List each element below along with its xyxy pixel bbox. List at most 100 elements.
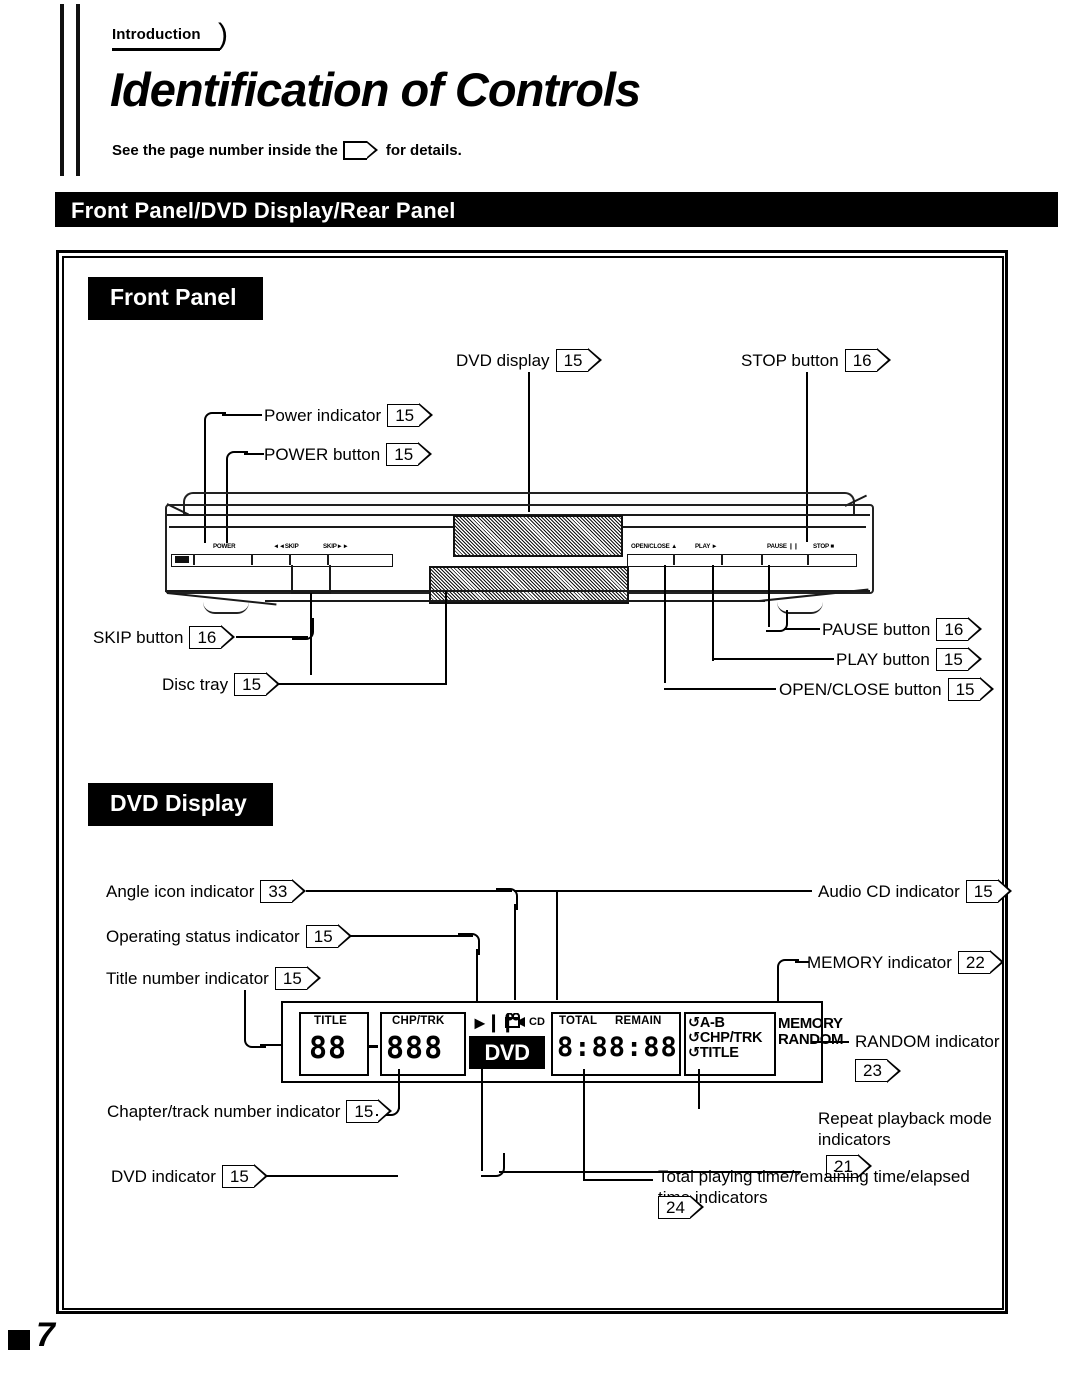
subsection-heading-dvd-display: DVD Display (88, 783, 273, 826)
device-label-skip-forward: SKIP►► (323, 543, 349, 550)
device-label-open-close: OPEN/CLOSE ▲ (631, 543, 678, 550)
leader-line (514, 904, 516, 1000)
title-digits: 88 (309, 1031, 348, 1066)
leader-line (258, 1175, 398, 1177)
page-title: Identification of Controls (110, 63, 641, 116)
callout-page-pill: 15 (234, 672, 281, 697)
callout-skip-button: SKIP button 16 (93, 625, 236, 650)
callout-dvd-display: DVD display 15 (456, 348, 602, 373)
memory-label: MEMORY (778, 1015, 843, 1032)
btn-divider (673, 554, 675, 565)
device-base-edge (265, 600, 765, 602)
device-label-pause: PAUSE ❙❙ (767, 543, 799, 550)
repeat-symbol-icon: ↺ (688, 1044, 700, 1061)
callout-stop-button: STOP button 16 (741, 348, 891, 373)
callout-title-number-indicator: Title number indicator 15 (106, 966, 321, 991)
callout-label: SKIP button (93, 627, 184, 647)
dvd-indicator-block: DVD (469, 1036, 545, 1069)
callout-label: Angle icon indicator (106, 881, 255, 901)
device-disc-tray (429, 566, 629, 604)
callout-label: MEMORY indicator (807, 952, 952, 972)
callout-page-pill: 24 (658, 1195, 704, 1220)
callout-operating-status-indicator: Operating status indicator 15 (106, 924, 352, 949)
callout-label: PAUSE button (822, 619, 931, 639)
callout-open-close-button: OPEN/CLOSE button 15 (779, 677, 994, 702)
leader-line (291, 565, 293, 593)
callout-page-pill: 16 (189, 625, 236, 650)
callout-label: Title number indicator (106, 968, 269, 988)
device-left-button-strip (171, 554, 393, 567)
dvd-display-illustration: TITLE 88 CHP/TRK 888 ► ❙❙ CD DVD TOTAL R… (281, 1001, 843, 1083)
callout-label: Repeat playback mode indicators (818, 1109, 992, 1150)
callout-play-button: PLAY button 15 (836, 647, 982, 672)
note-text-after: for details. (385, 142, 462, 159)
device-label-play: PLAY ► (695, 543, 718, 550)
callout-label: Chapter/track number indicator (107, 1101, 341, 1121)
btn-divider (761, 554, 763, 565)
callout-page-pill: 15 (346, 1099, 393, 1124)
breadcrumb-underline (112, 48, 220, 51)
leader-line (583, 1179, 653, 1181)
repeat-chptrk-row: ↺CHP/TRK (688, 1029, 763, 1046)
chptrk-caption: CHP/TRK (392, 1015, 445, 1027)
callout-label: Total playing time/remaining time/elapse… (658, 1167, 970, 1208)
cd-indicator-label: CD (529, 1016, 545, 1028)
repeat-symbol-icon: ↺ (688, 1015, 700, 1031)
callout-label: OPEN/CLOSE button (779, 679, 942, 699)
leader-line (712, 565, 714, 661)
callout-page-pill: 16 (844, 348, 891, 373)
callout-page-pill: 15 (965, 879, 1012, 904)
btn-divider (251, 554, 253, 565)
breadcrumb: Introduction (112, 26, 201, 43)
callout-page-pill: 15 (221, 1164, 268, 1189)
callout-label: Operating status indicator (106, 926, 300, 946)
callout-memory-indicator: MEMORY indicator 22 (807, 950, 1004, 975)
leader-corner (777, 959, 799, 981)
repeat-title-row: ↺TITLE (688, 1044, 762, 1061)
btn-divider (289, 554, 291, 565)
callout-page-pill: 16 (936, 617, 983, 642)
remain-caption: REMAIN (615, 1015, 662, 1027)
leader-line (748, 890, 812, 892)
front-panel-device-illustration: POWER ◄◄SKIP SKIP►► OPEN/CLOSE ▲ PLAY ► … (165, 478, 874, 614)
total-caption: TOTAL (559, 1015, 598, 1027)
repeat-symbol-icon: ↺ (688, 1029, 700, 1046)
repeat-chptrk-label: CHP/TRK (699, 1029, 763, 1046)
leader-line (222, 414, 262, 416)
section-header-bar: Front Panel/DVD Display/Rear Panel (55, 192, 1058, 227)
btn-divider (721, 554, 723, 565)
callout-label: DVD display (456, 350, 550, 370)
callout-label: STOP button (741, 350, 839, 370)
callout-total-time-indicators: Total playing time/remaining time/elapse… (658, 1166, 1003, 1209)
leader-line (784, 628, 820, 630)
section-header-label: Front Panel/DVD Display/Rear Panel (71, 198, 456, 223)
leader-line (306, 890, 512, 892)
time-digits: 8:88:88 (557, 1032, 678, 1063)
btn-divider (193, 554, 195, 565)
callout-page-pill: 23 (855, 1058, 901, 1083)
leader-line (514, 890, 750, 892)
title-caption: TITLE (314, 1015, 347, 1027)
device-right-button-strip (627, 554, 857, 567)
callout-label: DVD indicator (111, 1166, 216, 1186)
footer-marker (8, 1330, 30, 1350)
device-base-edge (165, 590, 870, 592)
leader-corner (292, 618, 314, 640)
callout-audio-cd-indicator: Audio CD indicator 15 (818, 879, 1012, 904)
leader-corner (766, 610, 788, 632)
leader-line (811, 1041, 849, 1043)
device-foot (203, 602, 249, 614)
callout-label: Audio CD indicator (818, 881, 960, 901)
leader-line (698, 1069, 700, 1109)
repeat-ab-label: A-B (699, 1015, 725, 1031)
callout-label: Disc tray (162, 674, 229, 694)
leader-line (583, 1069, 585, 1179)
callout-page-pill: 15 (386, 442, 433, 467)
leader-corner (481, 1153, 505, 1177)
callout-page-pill: 15 (387, 403, 434, 428)
callout-page-pill: 15 (935, 647, 982, 672)
repeat-ab-row: ↺A-B (688, 1016, 762, 1031)
callout-label: POWER button (264, 444, 381, 464)
page-number-note: See the page number inside the for detai… (112, 141, 462, 160)
random-label: RANDOM (778, 1030, 844, 1048)
